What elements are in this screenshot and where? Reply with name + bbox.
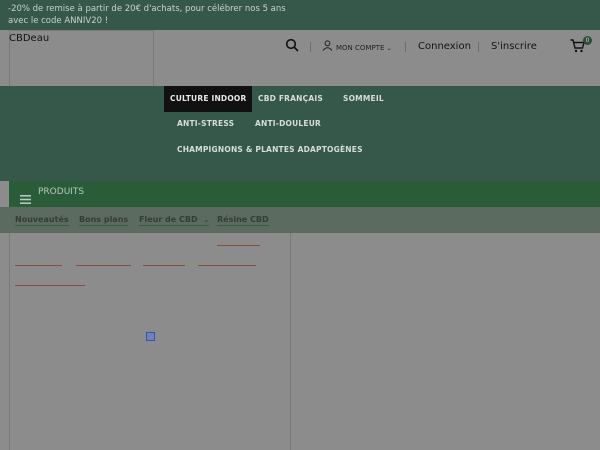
menu-link-placeholder[interactable] [143,265,185,266]
signup-link[interactable]: S'inscrire [491,41,537,52]
promo-line-1: -20% de remise à partir de 20€ d'achats,… [8,4,286,14]
menu-link-placeholder[interactable] [15,265,62,266]
account-menu[interactable]: MON COMPTE ⌄ [336,44,392,52]
subnav-item-resine-cbd[interactable]: Résine CBD [217,215,269,226]
promo-line-2: avec le code ANNIV20 ! [8,16,109,26]
promo-banner: -20% de remise à partir de 20€ d'achats,… [0,0,600,30]
header-divider [310,42,311,52]
cart-count-badge: 0 [583,36,592,45]
subnav-item-bons-plans[interactable]: Bons plans [79,215,129,226]
subnav-item-label: Fleur de CBD [139,215,198,224]
products-menu-bar[interactable] [9,181,600,207]
hamburger-icon[interactable] [20,189,31,208]
subnav-item-fleur-de-cbd[interactable]: Fleur de CBD ⌄ [139,215,210,226]
nav-item-champignons[interactable]: CHAMPIGNONS & PLANTES ADAPTOGÈNES [171,137,369,163]
header-divider [478,42,479,52]
chevron-down-icon: ⌄ [386,45,392,52]
header-divider [405,42,406,52]
nav-item-culture-indoor[interactable]: CULTURE INDOOR [164,86,253,112]
chevron-down-icon: ⌄ [203,216,210,224]
site-logo[interactable]: CBDeau [9,33,49,44]
nav-item-cbd-francais[interactable]: CBD FRANÇAIS [252,86,329,112]
products-label[interactable]: PRODUITS [38,187,84,197]
account-label: MON COMPTE [336,44,385,52]
menu-link-placeholder[interactable] [217,245,260,246]
nav-item-sommeil[interactable]: SOMMEIL [337,86,390,112]
nav-item-anti-stress[interactable]: ANTI-STRESS [171,111,240,137]
menu-link-placeholder[interactable] [76,265,131,266]
menu-image-icon [146,332,155,341]
menu-link-placeholder[interactable] [15,285,85,286]
menu-link-placeholder[interactable] [198,265,256,266]
login-link[interactable]: Connexion [418,41,471,52]
subnav-item-nouveautes[interactable]: Nouveautés [15,215,69,226]
search-icon[interactable] [285,38,299,55]
user-icon[interactable] [322,40,333,54]
nav-item-anti-douleur[interactable]: ANTI-DOULEUR [249,111,327,137]
